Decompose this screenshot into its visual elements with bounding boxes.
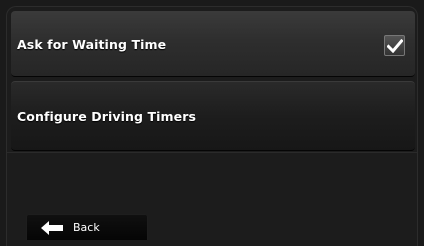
ask-waiting-time-row[interactable]: Ask for Waiting Time: [11, 11, 415, 77]
ask-waiting-time-checkbox[interactable]: [384, 35, 405, 56]
divider: [7, 152, 417, 153]
ask-waiting-time-label: Ask for Waiting Time: [17, 36, 167, 52]
back-button[interactable]: Back: [26, 214, 148, 240]
back-label: Back: [73, 221, 100, 234]
arrow-left-icon: [41, 220, 63, 235]
configure-driving-timers-row[interactable]: Configure Driving Timers: [11, 81, 415, 151]
settings-panel: Ask for Waiting Time Configure Driving T…: [6, 6, 418, 246]
configure-driving-timers-label: Configure Driving Timers: [17, 108, 196, 124]
check-icon: [386, 38, 403, 53]
screen: Ask for Waiting Time Configure Driving T…: [0, 0, 424, 246]
